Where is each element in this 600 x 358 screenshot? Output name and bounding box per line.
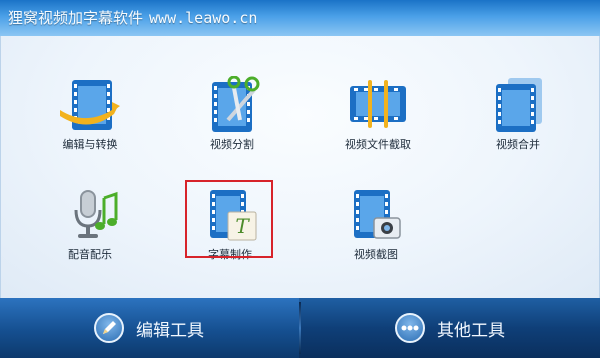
tab-label: 编辑工具 <box>136 321 204 341</box>
tool-video-merge[interactable]: 视频合并 <box>463 76 573 156</box>
film-merge-icon <box>496 78 542 132</box>
tool-label: 视频合并 <box>496 138 540 151</box>
microphone-music-icon <box>74 190 118 238</box>
tool-edit-convert[interactable]: 编辑与转换 <box>35 76 145 156</box>
tool-dubbing-music[interactable]: 配音配乐 <box>35 186 145 266</box>
more-dots-icon <box>395 313 425 343</box>
film-scissors-icon <box>212 76 260 132</box>
bottom-tab-bar: 编辑工具 其他工具 <box>0 298 600 358</box>
app-title: 狸窝视频加字幕软件 <box>8 9 144 27</box>
tool-video-split[interactable]: 视频分割 <box>177 76 287 156</box>
tool-video-screenshot[interactable]: 视频截图 <box>321 186 431 266</box>
tab-edit-tools[interactable]: 编辑工具 <box>0 298 299 358</box>
window-title: 狸窝视频加字幕软件 www.leawo.cn <box>8 7 257 28</box>
website-url[interactable]: www.leawo.cn <box>149 9 257 27</box>
title-bar: 狸窝视频加字幕软件 www.leawo.cn <box>0 0 600 36</box>
tool-panel: 编辑与转换 视频分割 视频文件截取 视频合并 配音配乐 T 字幕制作 视频截图 <box>0 36 600 298</box>
tool-label: 编辑与转换 <box>62 138 118 151</box>
tab-other-tools[interactable]: 其他工具 <box>301 298 600 358</box>
tool-label: 视频截图 <box>354 248 398 261</box>
tool-label: 视频文件截取 <box>345 138 411 151</box>
tab-label: 其他工具 <box>437 321 505 341</box>
film-camera-icon <box>354 190 401 239</box>
tool-video-clip[interactable]: 视频文件截取 <box>323 76 433 156</box>
tool-label: 视频分割 <box>210 138 254 151</box>
film-convert-icon <box>60 80 120 130</box>
selection-highlight <box>185 180 273 258</box>
film-strip-icon <box>350 80 406 128</box>
tool-label: 配音配乐 <box>68 248 112 261</box>
pencil-icon <box>94 313 124 343</box>
